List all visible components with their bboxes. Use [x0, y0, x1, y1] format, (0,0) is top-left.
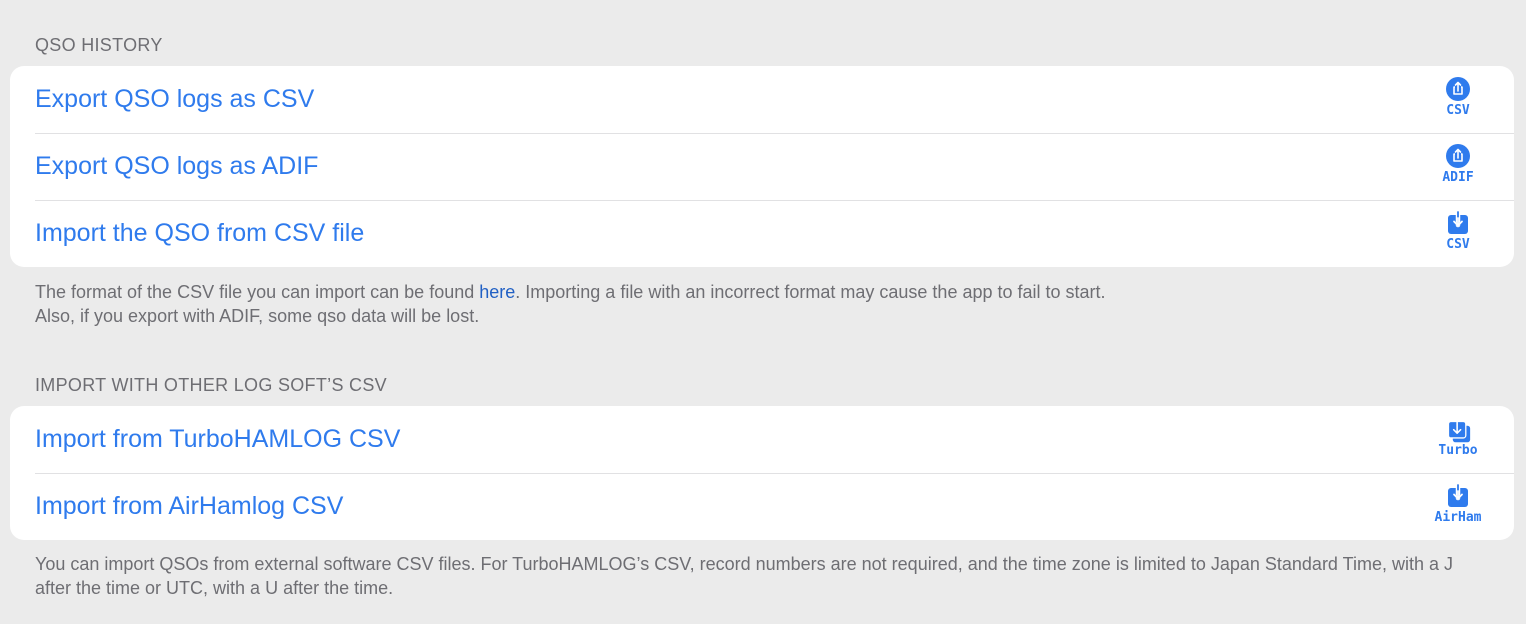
- export-csv-icon-group: CSV: [1428, 76, 1488, 126]
- import-airhamlog-icon-group: AirHam: [1428, 483, 1488, 533]
- import-csv-label: Import the QSO from CSV file: [35, 219, 365, 247]
- import-airhamlog-button[interactable]: Import from AirHamlog CSV AirHam: [10, 473, 1514, 540]
- import-csv-icon-group: CSV: [1428, 210, 1488, 260]
- export-csv-caption: CSV: [1446, 103, 1470, 118]
- download-icon: [1445, 210, 1471, 236]
- import-turbohamlog-label: Import from TurboHAMLOG CSV: [35, 425, 401, 453]
- import-turbohamlog-caption: Turbo: [1438, 443, 1478, 458]
- export-adif-caption: ADIF: [1442, 170, 1474, 185]
- share-icon: [1445, 143, 1471, 169]
- share-icon: [1445, 76, 1471, 102]
- export-adif-icon-group: ADIF: [1428, 143, 1488, 193]
- import-csv-button[interactable]: Import the QSO from CSV file CSV: [10, 200, 1514, 267]
- export-csv-label: Export QSO logs as CSV: [35, 85, 315, 113]
- export-adif-label: Export QSO logs as ADIF: [35, 152, 319, 180]
- qso-history-card: Export QSO logs as CSV CSV Export QSO lo…: [10, 66, 1514, 267]
- download-stack-icon: [1445, 416, 1471, 443]
- export-csv-button[interactable]: Export QSO logs as CSV CSV: [10, 66, 1514, 133]
- import-airhamlog-label: Import from AirHamlog CSV: [35, 492, 344, 520]
- other-log-soft-footer: You can import QSOs from external softwa…: [35, 554, 1453, 598]
- other-log-soft-card: Import from TurboHAMLOG CSV Turbo Import…: [10, 406, 1514, 540]
- download-icon: [1445, 483, 1471, 509]
- import-turbohamlog-icon-group: Turbo: [1428, 416, 1488, 466]
- import-turbohamlog-button[interactable]: Import from TurboHAMLOG CSV Turbo: [10, 406, 1514, 473]
- footer-text-3: Also, if you export with ADIF, some qso …: [35, 306, 480, 326]
- import-airhamlog-caption: AirHam: [1434, 510, 1482, 525]
- footer-text-1: The format of the CSV file you can impor…: [35, 282, 480, 302]
- format-help-link[interactable]: here: [479, 282, 515, 302]
- import-csv-caption: CSV: [1446, 237, 1470, 252]
- section-header-qso-history: QSO HISTORY: [35, 35, 163, 55]
- qso-history-footer: The format of the CSV file you can impor…: [35, 280, 1475, 328]
- section-header-other-log-soft: IMPORT WITH OTHER LOG SOFT’S CSV: [35, 375, 387, 395]
- export-adif-button[interactable]: Export QSO logs as ADIF ADIF: [10, 133, 1514, 200]
- footer-text-2: . Importing a file with an incorrect for…: [515, 282, 1106, 302]
